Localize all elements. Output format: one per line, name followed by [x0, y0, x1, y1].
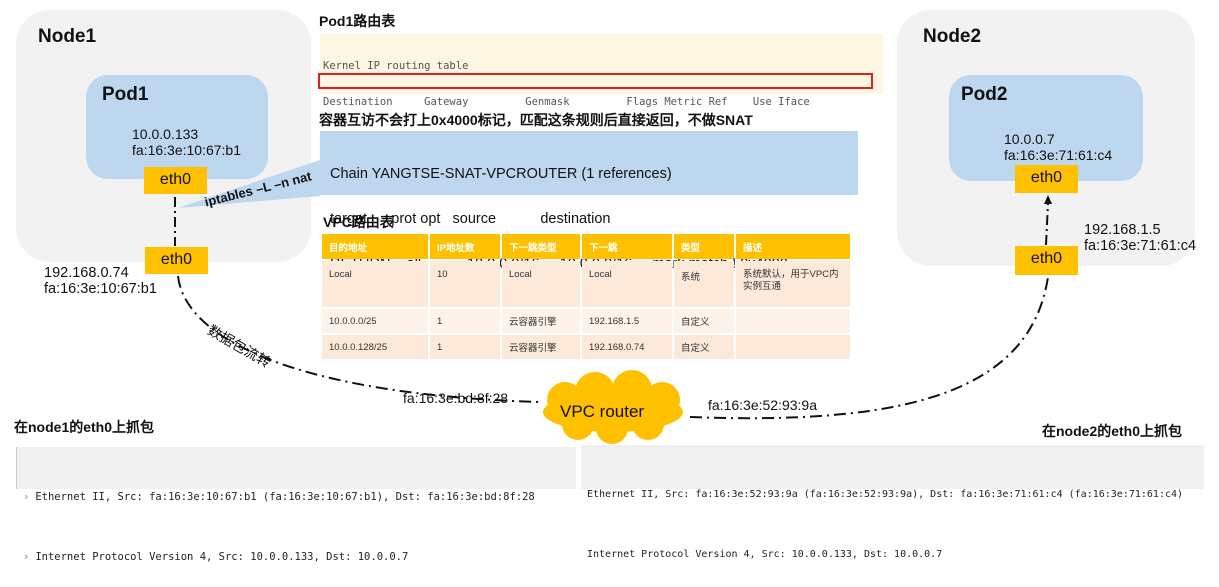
iptables-header-line: target prot opt source destination — [330, 211, 611, 227]
vpc-router-label: VPC router — [560, 402, 645, 421]
cell: 系统默认，用于VPC内实例互通 — [736, 261, 850, 307]
capture-node2-panel: Ethernet II, Src: fa:16:3e:52:93:9a (fa:… — [581, 445, 1204, 560]
col-destination: 目的地址 — [322, 234, 428, 259]
node2-to-pod2-link — [1045, 202, 1049, 246]
cell — [736, 309, 850, 333]
capture-line[interactable]: › Ethernet II, Src: fa:16:3e:10:67:b1 (fa… — [23, 487, 576, 507]
table-row: Local 10 Local Local 系统 系统默认，用于VPC内实例互通 — [322, 261, 850, 307]
cell: Local — [582, 261, 672, 307]
col-next-hop-type: 下一跳类型 — [502, 234, 580, 259]
cell: 192.168.1.5 — [582, 309, 672, 333]
capture-node1-panel: › Ethernet II, Src: fa:16:3e:10:67:b1 (fa… — [16, 447, 576, 563]
arrow-head-icon — [1044, 195, 1052, 204]
capture-line[interactable]: Ethernet II, Src: fa:16:3e:52:93:9a (fa:… — [587, 485, 1204, 505]
cell: 1 — [430, 335, 500, 359]
cell: 192.168.0.74 — [582, 335, 672, 359]
route-line: Destination Gateway Genmask Flags Metric… — [323, 96, 810, 108]
cell: 10 — [430, 261, 500, 307]
cell: 10.0.0.128/25 — [322, 335, 428, 359]
chevron-right-icon[interactable]: › — [23, 551, 29, 563]
capture-node1-title: 在node1的eth0上抓包 — [14, 419, 155, 435]
cell: 自定义 — [674, 335, 734, 359]
router-left-mac: fa:16:3e:bd:8f:28 — [403, 390, 509, 406]
route-line: Kernel IP routing table — [323, 60, 469, 72]
cell: 10.0.0.0/25 — [322, 309, 428, 333]
cell: Local — [322, 261, 428, 307]
iptables-rule-box: Chain YANGTSE-SNAT-VPCROUTER (1 referenc… — [320, 131, 858, 272]
cell: 云容器引擎 — [502, 309, 580, 333]
table-header-row: 目的地址 IP地址数 下一跳类型 下一跳 类型 描述 — [322, 234, 850, 259]
cell — [736, 335, 850, 359]
col-type: 类型 — [674, 234, 734, 259]
route-highlight-box — [318, 73, 873, 89]
chevron-right-icon[interactable]: › — [23, 491, 29, 503]
capture-node2-title: 在node2的eth0上抓包 — [1042, 423, 1183, 439]
capture-line-text: Ethernet II, Src: fa:16:3e:10:67:b1 (fa:… — [35, 491, 535, 503]
cell: 云容器引擎 — [502, 335, 580, 359]
iptables-chain-line: Chain YANGTSE-SNAT-VPCROUTER (1 referenc… — [330, 166, 672, 182]
col-ip-count: IP地址数 — [430, 234, 500, 259]
table-row: 10.0.0.128/25 1 云容器引擎 192.168.0.74 自定义 — [322, 335, 850, 359]
cell: 1 — [430, 309, 500, 333]
capture-line-text: Internet Protocol Version 4, Src: 10.0.0… — [35, 551, 409, 563]
cell: 自定义 — [674, 309, 734, 333]
table-row: 10.0.0.0/25 1 云容器引擎 192.168.1.5 自定义 — [322, 309, 850, 333]
col-description: 描述 — [736, 234, 850, 259]
capture-line[interactable]: Internet Protocol Version 4, Src: 10.0.0… — [587, 545, 1204, 565]
cell: Local — [502, 261, 580, 307]
iptables-title: 容器互访不会打上0x4000标记，匹配这条规则后直接返回，不做SNAT — [319, 112, 753, 128]
router-right-mac: fa:16:3e:52:93:9a — [708, 397, 817, 413]
cell: 系统 — [674, 261, 734, 307]
vpc-route-title: VPC路由表 — [323, 214, 394, 230]
vpc-route-table: 目的地址 IP地址数 下一跳类型 下一跳 类型 描述 Local 10 Loca… — [320, 232, 852, 361]
capture-line[interactable]: › Internet Protocol Version 4, Src: 10.0.… — [23, 547, 576, 567]
pod1-route-title: Pod1路由表 — [319, 13, 396, 29]
col-next-hop: 下一跳 — [582, 234, 672, 259]
